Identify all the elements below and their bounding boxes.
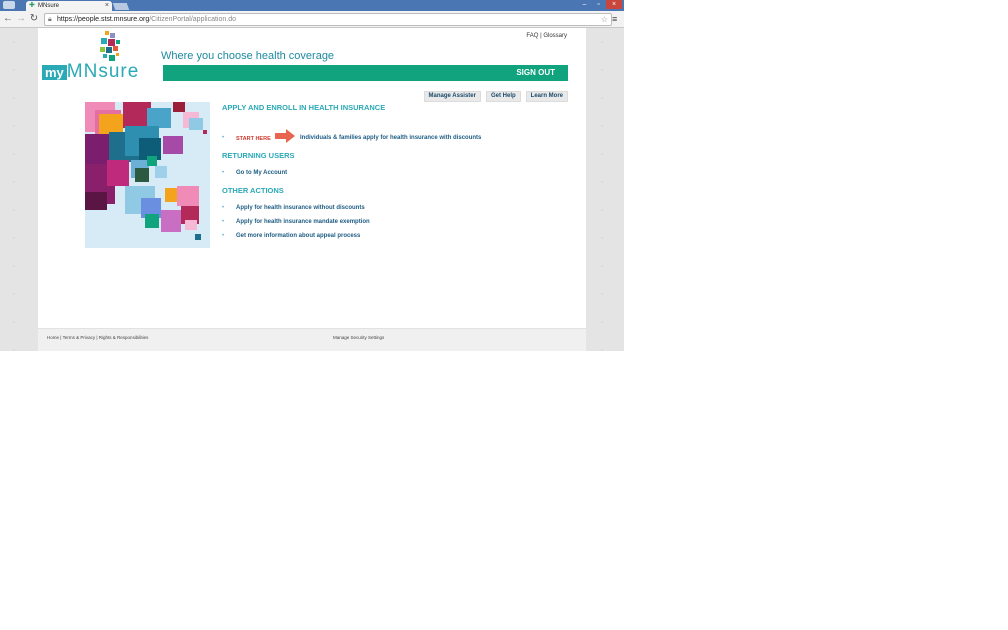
tab-mnsure[interactable]: ✚ MNsure × <box>26 1 112 11</box>
footer-rights-link[interactable]: Rights & Responsibilities <box>99 335 149 340</box>
sign-out-button[interactable]: SIGN OUT <box>516 65 555 81</box>
apply-with-discounts-link[interactable]: Individuals & families apply for health … <box>300 135 481 141</box>
url-path: /CitizenPortal/application.do <box>149 16 236 23</box>
bullet-icon: • <box>222 170 225 176</box>
new-tab-button[interactable] <box>112 3 130 10</box>
arrow-right-icon <box>275 129 295 143</box>
page-viewport: my MNsure Where you choose health coverag… <box>0 28 624 351</box>
logo-mark-icon <box>98 31 124 63</box>
tab-title: MNsure <box>38 3 60 9</box>
bullet-icon: • <box>222 233 225 239</box>
mnsure-logo[interactable]: my MNsure <box>42 61 140 82</box>
secondary-nav: Manage Assister Get Help Learn More <box>419 84 568 102</box>
mandate-exemption-link[interactable]: Apply for health insurance mandate exemp… <box>236 219 370 225</box>
address-bar[interactable]: 🔒︎ https://people.stst.mnsure.org/Citize… <box>44 13 612 26</box>
apply-heading: APPLY AND ENROLL IN HEALTH INSURANCE <box>222 103 386 112</box>
logo-my: my <box>42 64 67 80</box>
tab-strip: ✚ MNsure × – ▫ × <box>0 0 624 11</box>
footer-links: Home | Terms & Privacy | Rights & Respon… <box>47 335 148 340</box>
top-links-separator: | <box>540 33 542 39</box>
url-text: https://people.stst.mnsure.org/CitizenPo… <box>57 14 236 25</box>
window-close-icon[interactable]: × <box>606 0 622 9</box>
forward-icon[interactable]: → <box>15 13 27 25</box>
header-bar: SIGN OUT <box>163 65 568 81</box>
get-help-button[interactable]: Get Help <box>485 91 521 102</box>
close-icon[interactable]: × <box>105 1 109 11</box>
bullet-icon: • <box>222 135 225 141</box>
page-footer: Home | Terms & Privacy | Rights & Respon… <box>38 328 586 351</box>
faq-link[interactable]: FAQ <box>526 33 538 39</box>
appeal-process-link[interactable]: Get more information about appeal proces… <box>236 233 360 239</box>
apply-without-discounts-link[interactable]: Apply for health insurance without disco… <box>236 205 365 211</box>
logo-mnsure: MNsure <box>66 61 140 82</box>
favicon-icon: ✚ <box>29 2 35 9</box>
top-links: FAQ | Glossary <box>526 33 567 39</box>
window-controls: – ▫ × <box>578 0 622 9</box>
browser-window: ✚ MNsure × – ▫ × ← → ↻ 🔒︎ https://people… <box>0 0 624 351</box>
page-container: my MNsure Where you choose health coverag… <box>38 28 586 351</box>
url-host: https://people.stst.mnsure.org <box>57 16 150 23</box>
hero-mosaic-image <box>85 102 210 248</box>
manage-security-settings-link[interactable]: Manage Security Settings <box>333 335 384 340</box>
glossary-link[interactable]: Glossary <box>543 33 567 39</box>
browser-app-icon[interactable] <box>3 1 15 9</box>
start-here-label[interactable]: START HERE <box>236 136 271 142</box>
footer-home-link[interactable]: Home <box>47 335 59 340</box>
maximize-icon[interactable]: ▫ <box>592 0 605 9</box>
menu-icon[interactable]: ≡ <box>612 13 617 25</box>
learn-more-button[interactable]: Learn More <box>525 91 568 102</box>
browser-toolbar: ← → ↻ 🔒︎ https://people.stst.mnsure.org/… <box>0 11 624 28</box>
reload-icon[interactable]: ↻ <box>28 13 40 25</box>
other-actions-heading: OTHER ACTIONS <box>222 186 284 195</box>
bullet-icon: • <box>222 219 225 225</box>
lock-icon: 🔒︎ <box>48 16 52 23</box>
bullet-icon: • <box>222 205 225 211</box>
tagline: Where you choose health coverage <box>161 50 335 62</box>
star-icon[interactable]: ☆ <box>601 14 608 25</box>
my-account-link[interactable]: Go to My Account <box>236 170 287 176</box>
minimize-icon[interactable]: – <box>578 0 591 9</box>
manage-assister-button[interactable]: Manage Assister <box>423 91 481 102</box>
returning-users-heading: RETURNING USERS <box>222 151 295 160</box>
back-icon[interactable]: ← <box>2 13 14 25</box>
footer-terms-link[interactable]: Terms & Privacy <box>63 335 96 340</box>
